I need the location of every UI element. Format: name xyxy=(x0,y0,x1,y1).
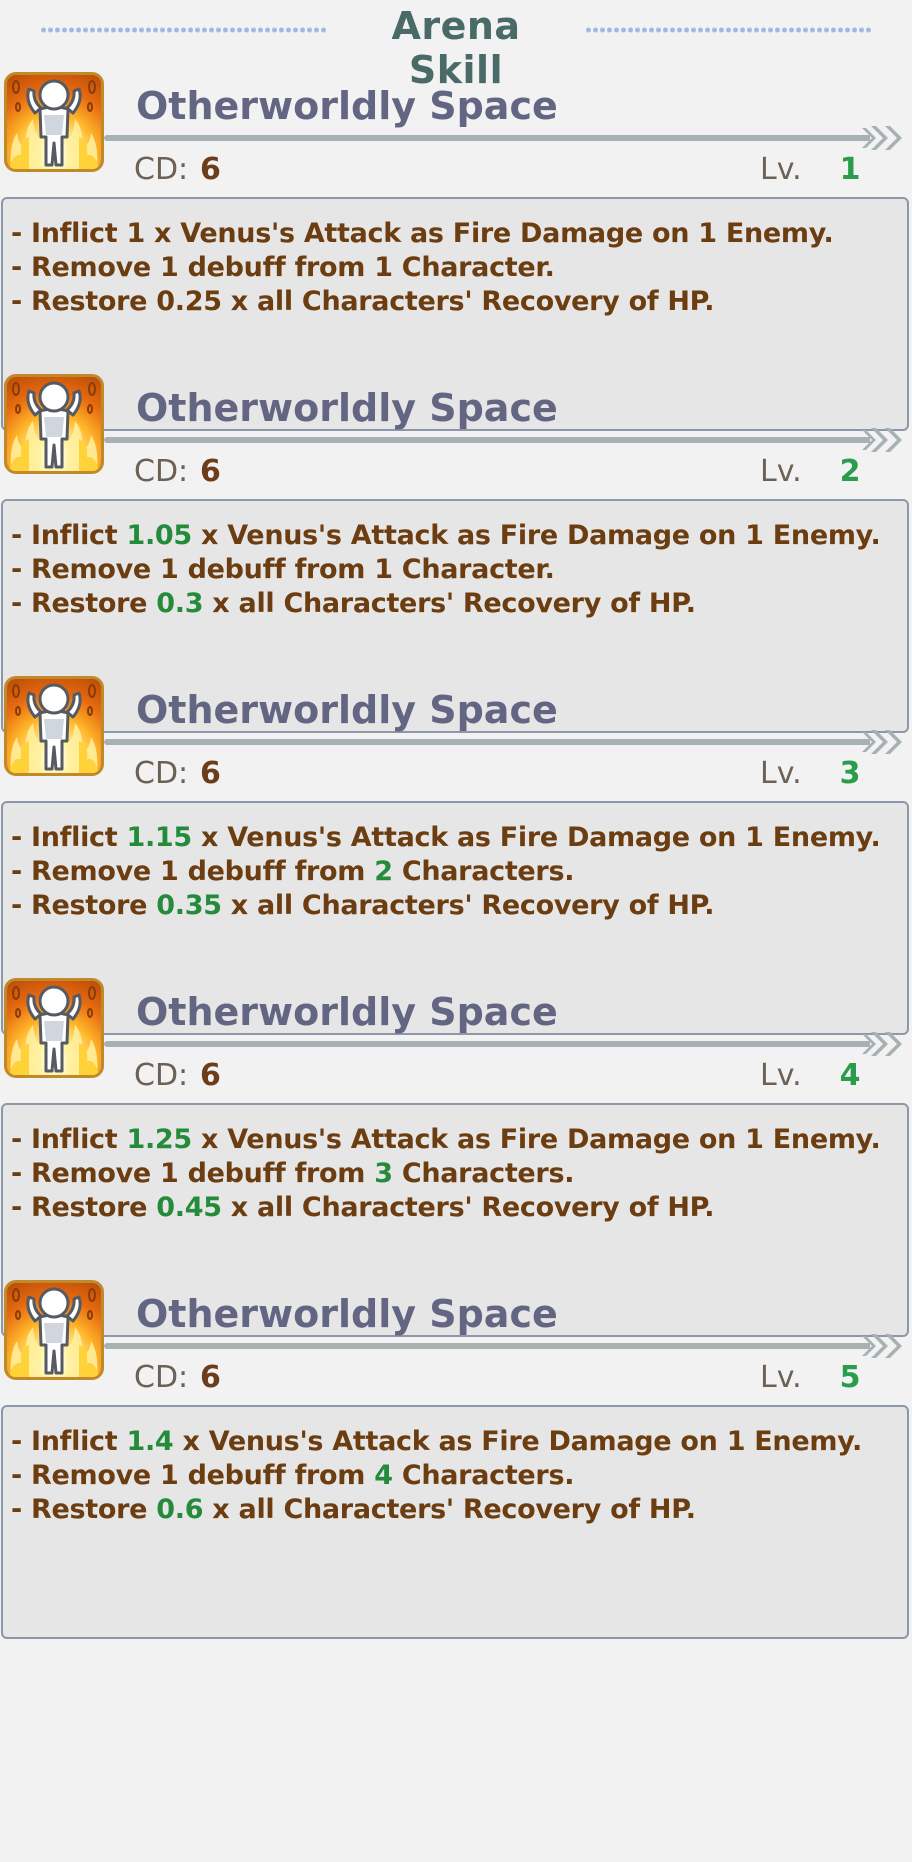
description-text: - Inflict xyxy=(11,1124,127,1155)
upgraded-value: 1.25 xyxy=(126,1124,192,1155)
description-line: - Inflict 1.4 x Venus's Attack as Fire D… xyxy=(11,1425,907,1459)
description-text: x all Characters' Recovery of HP. xyxy=(203,588,696,619)
description-text: - Remove 1 debuff from xyxy=(11,1460,375,1491)
level-value: 1 xyxy=(839,152,861,187)
description-text: - Inflict 1 x Venus's Attack as Fire Dam… xyxy=(11,218,834,249)
cooldown-label: CD: xyxy=(134,756,189,791)
fire-figure-skill-icon xyxy=(4,676,104,776)
description-text: - Remove 1 debuff from xyxy=(11,1158,375,1189)
title-underline xyxy=(104,437,870,443)
cooldown-label: CD: xyxy=(134,1360,189,1395)
description-line: - Remove 1 debuff from 3 Characters. xyxy=(11,1157,907,1191)
description-text: - Inflict xyxy=(11,822,127,853)
description-text: x all Characters' Recovery of HP. xyxy=(221,890,715,921)
title-underline xyxy=(104,135,870,141)
double-chevron-right-icon xyxy=(862,1032,902,1056)
level-label: Lv. xyxy=(760,1360,802,1395)
upgraded-value: 1.4 xyxy=(126,1426,174,1457)
description-text: - Remove 1 debuff from 1 Character. xyxy=(11,252,555,283)
description-text: x Venus's Attack as Fire Damage on 1 Ene… xyxy=(173,1426,862,1457)
level-label: Lv. xyxy=(760,454,802,489)
description-text: x Venus's Attack as Fire Damage on 1 Ene… xyxy=(191,520,881,551)
upgraded-value: 0.35 xyxy=(156,890,222,921)
description-line: - Remove 1 debuff from 2 Characters. xyxy=(11,855,907,889)
description-text: - Inflict xyxy=(11,1426,127,1457)
description-line: - Restore 0.3 x all Characters' Recovery… xyxy=(11,587,907,621)
description-text: - Remove 1 debuff from 1 Character. xyxy=(11,554,555,585)
description-line: - Restore 0.25 x all Characters' Recover… xyxy=(11,285,907,319)
description-line: - Inflict 1.05 x Venus's Attack as Fire … xyxy=(11,519,907,553)
upgraded-value: 4 xyxy=(374,1460,393,1491)
description-text: - Restore xyxy=(11,1192,157,1223)
double-chevron-right-icon xyxy=(862,730,902,754)
level-label: Lv. xyxy=(760,756,802,791)
description-text: Characters. xyxy=(392,856,575,887)
description-line: - Inflict 1 x Venus's Attack as Fire Dam… xyxy=(11,217,907,251)
skill-name: Otherworldly Space xyxy=(136,84,558,128)
header-dotted-rule-right xyxy=(585,26,872,34)
title-underline xyxy=(104,739,870,745)
level-label: Lv. xyxy=(760,152,802,187)
skill-name: Otherworldly Space xyxy=(136,990,558,1034)
description-text: x all Characters' Recovery of HP. xyxy=(203,1494,696,1525)
fire-figure-skill-icon xyxy=(4,1280,104,1380)
skill-name: Otherworldly Space xyxy=(136,386,558,430)
description-line: - Restore 0.6 x all Characters' Recovery… xyxy=(11,1493,907,1527)
header-dotted-rule-left xyxy=(40,26,327,34)
skill-level-card: Otherworldly Space CD: 6 Lv. 5 - Inflict… xyxy=(0,1280,912,1639)
upgraded-value: 1.05 xyxy=(126,520,192,551)
description-text: Characters. xyxy=(392,1158,575,1189)
upgraded-value: 1.15 xyxy=(126,822,192,853)
level-value: 4 xyxy=(839,1058,861,1093)
description-line: - Remove 1 debuff from 1 Character. xyxy=(11,553,907,587)
cooldown-value: 6 xyxy=(200,756,221,791)
description-line: - Inflict 1.15 x Venus's Attack as Fire … xyxy=(11,821,907,855)
double-chevron-right-icon xyxy=(862,428,902,452)
fire-figure-skill-icon xyxy=(4,72,104,172)
description-text: - Restore xyxy=(11,1494,157,1525)
description-text: - Restore 0.25 x all Characters' Recover… xyxy=(11,286,715,317)
fire-figure-skill-icon xyxy=(4,978,104,1078)
description-line: - Inflict 1.25 x Venus's Attack as Fire … xyxy=(11,1123,907,1157)
title-underline xyxy=(104,1343,870,1349)
upgraded-value: 0.3 xyxy=(156,588,204,619)
upgraded-value: 2 xyxy=(374,856,393,887)
section-header: Arena Skill xyxy=(0,0,912,92)
upgraded-value: 3 xyxy=(374,1158,393,1189)
upgraded-value: 0.6 xyxy=(156,1494,204,1525)
skill-name: Otherworldly Space xyxy=(136,688,558,732)
level-value: 5 xyxy=(839,1360,861,1395)
skill-description-box: - Inflict 1.4 x Venus's Attack as Fire D… xyxy=(1,1405,909,1639)
description-text: x all Characters' Recovery of HP. xyxy=(221,1192,715,1223)
description-text: x Venus's Attack as Fire Damage on 1 Ene… xyxy=(191,822,881,853)
description-text: - Restore xyxy=(11,890,157,921)
description-text: - Inflict xyxy=(11,520,127,551)
double-chevron-right-icon xyxy=(862,1334,902,1358)
cooldown-value: 6 xyxy=(200,152,221,187)
description-line: - Restore 0.35 x all Characters' Recover… xyxy=(11,889,907,923)
description-line: - Remove 1 debuff from 1 Character. xyxy=(11,251,907,285)
description-line: - Remove 1 debuff from 4 Characters. xyxy=(11,1459,907,1493)
cooldown-label: CD: xyxy=(134,1058,189,1093)
upgraded-value: 0.45 xyxy=(156,1192,222,1223)
cooldown-value: 6 xyxy=(200,1058,221,1093)
description-line: - Restore 0.45 x all Characters' Recover… xyxy=(11,1191,907,1225)
cooldown-label: CD: xyxy=(134,152,189,187)
cooldown-label: CD: xyxy=(134,454,189,489)
description-text: - Remove 1 debuff from xyxy=(11,856,375,887)
skill-name: Otherworldly Space xyxy=(136,1292,558,1336)
level-label: Lv. xyxy=(760,1058,802,1093)
description-text: Characters. xyxy=(392,1460,575,1491)
cooldown-value: 6 xyxy=(200,454,221,489)
description-text: x Venus's Attack as Fire Damage on 1 Ene… xyxy=(191,1124,881,1155)
description-text: - Restore xyxy=(11,588,157,619)
level-value: 2 xyxy=(839,454,861,489)
cooldown-value: 6 xyxy=(200,1360,221,1395)
double-chevron-right-icon xyxy=(862,126,902,150)
fire-figure-skill-icon xyxy=(4,374,104,474)
title-underline xyxy=(104,1041,870,1047)
level-value: 3 xyxy=(839,756,861,791)
